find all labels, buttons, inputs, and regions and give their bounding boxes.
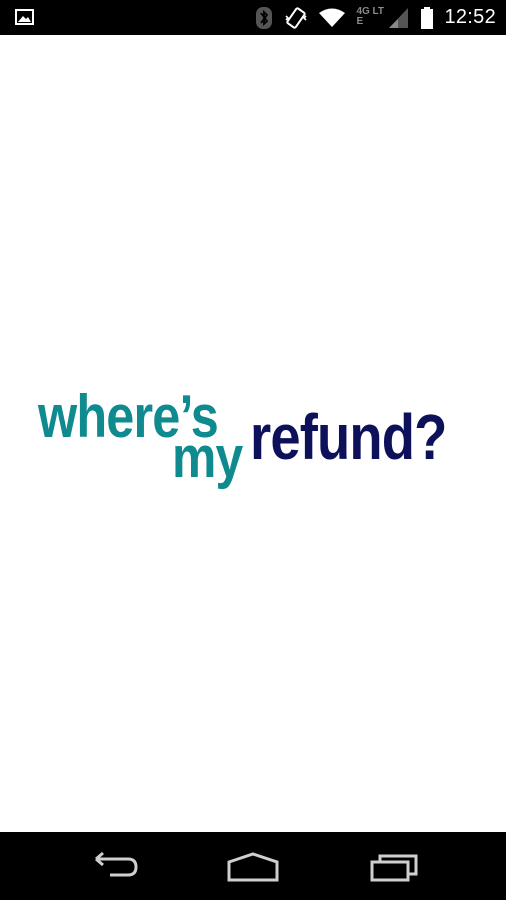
status-time: 12:52 (444, 6, 496, 28)
image-notification-icon (14, 7, 36, 27)
home-button[interactable] (223, 850, 283, 884)
network-type-text: 4G LTE (356, 5, 385, 27)
back-icon (84, 851, 144, 888)
recent-apps-button[interactable] (364, 850, 424, 884)
cellular-signal-icon (388, 6, 410, 30)
network-type-label: 4G LTE (356, 5, 386, 29)
back-button[interactable] (84, 850, 144, 884)
logo-word-refund: refund? (250, 401, 447, 473)
wifi-icon (318, 6, 346, 30)
logo-word-my: my (172, 425, 243, 490)
bluetooth-icon (254, 6, 274, 30)
status-bar: 4G LTE 12:52 (0, 0, 506, 35)
recent-apps-icon (364, 854, 424, 888)
battery-icon (420, 6, 434, 30)
app-screen: 4G LTE 12:52 where’s my refund? (0, 0, 506, 900)
home-icon (223, 852, 283, 888)
navigation-bar (0, 832, 506, 900)
status-icons: 4G LTE 12:52 (254, 0, 506, 35)
wheres-my-refund-logo: where’s my refund? (36, 380, 476, 500)
vibrate-icon (284, 6, 308, 30)
